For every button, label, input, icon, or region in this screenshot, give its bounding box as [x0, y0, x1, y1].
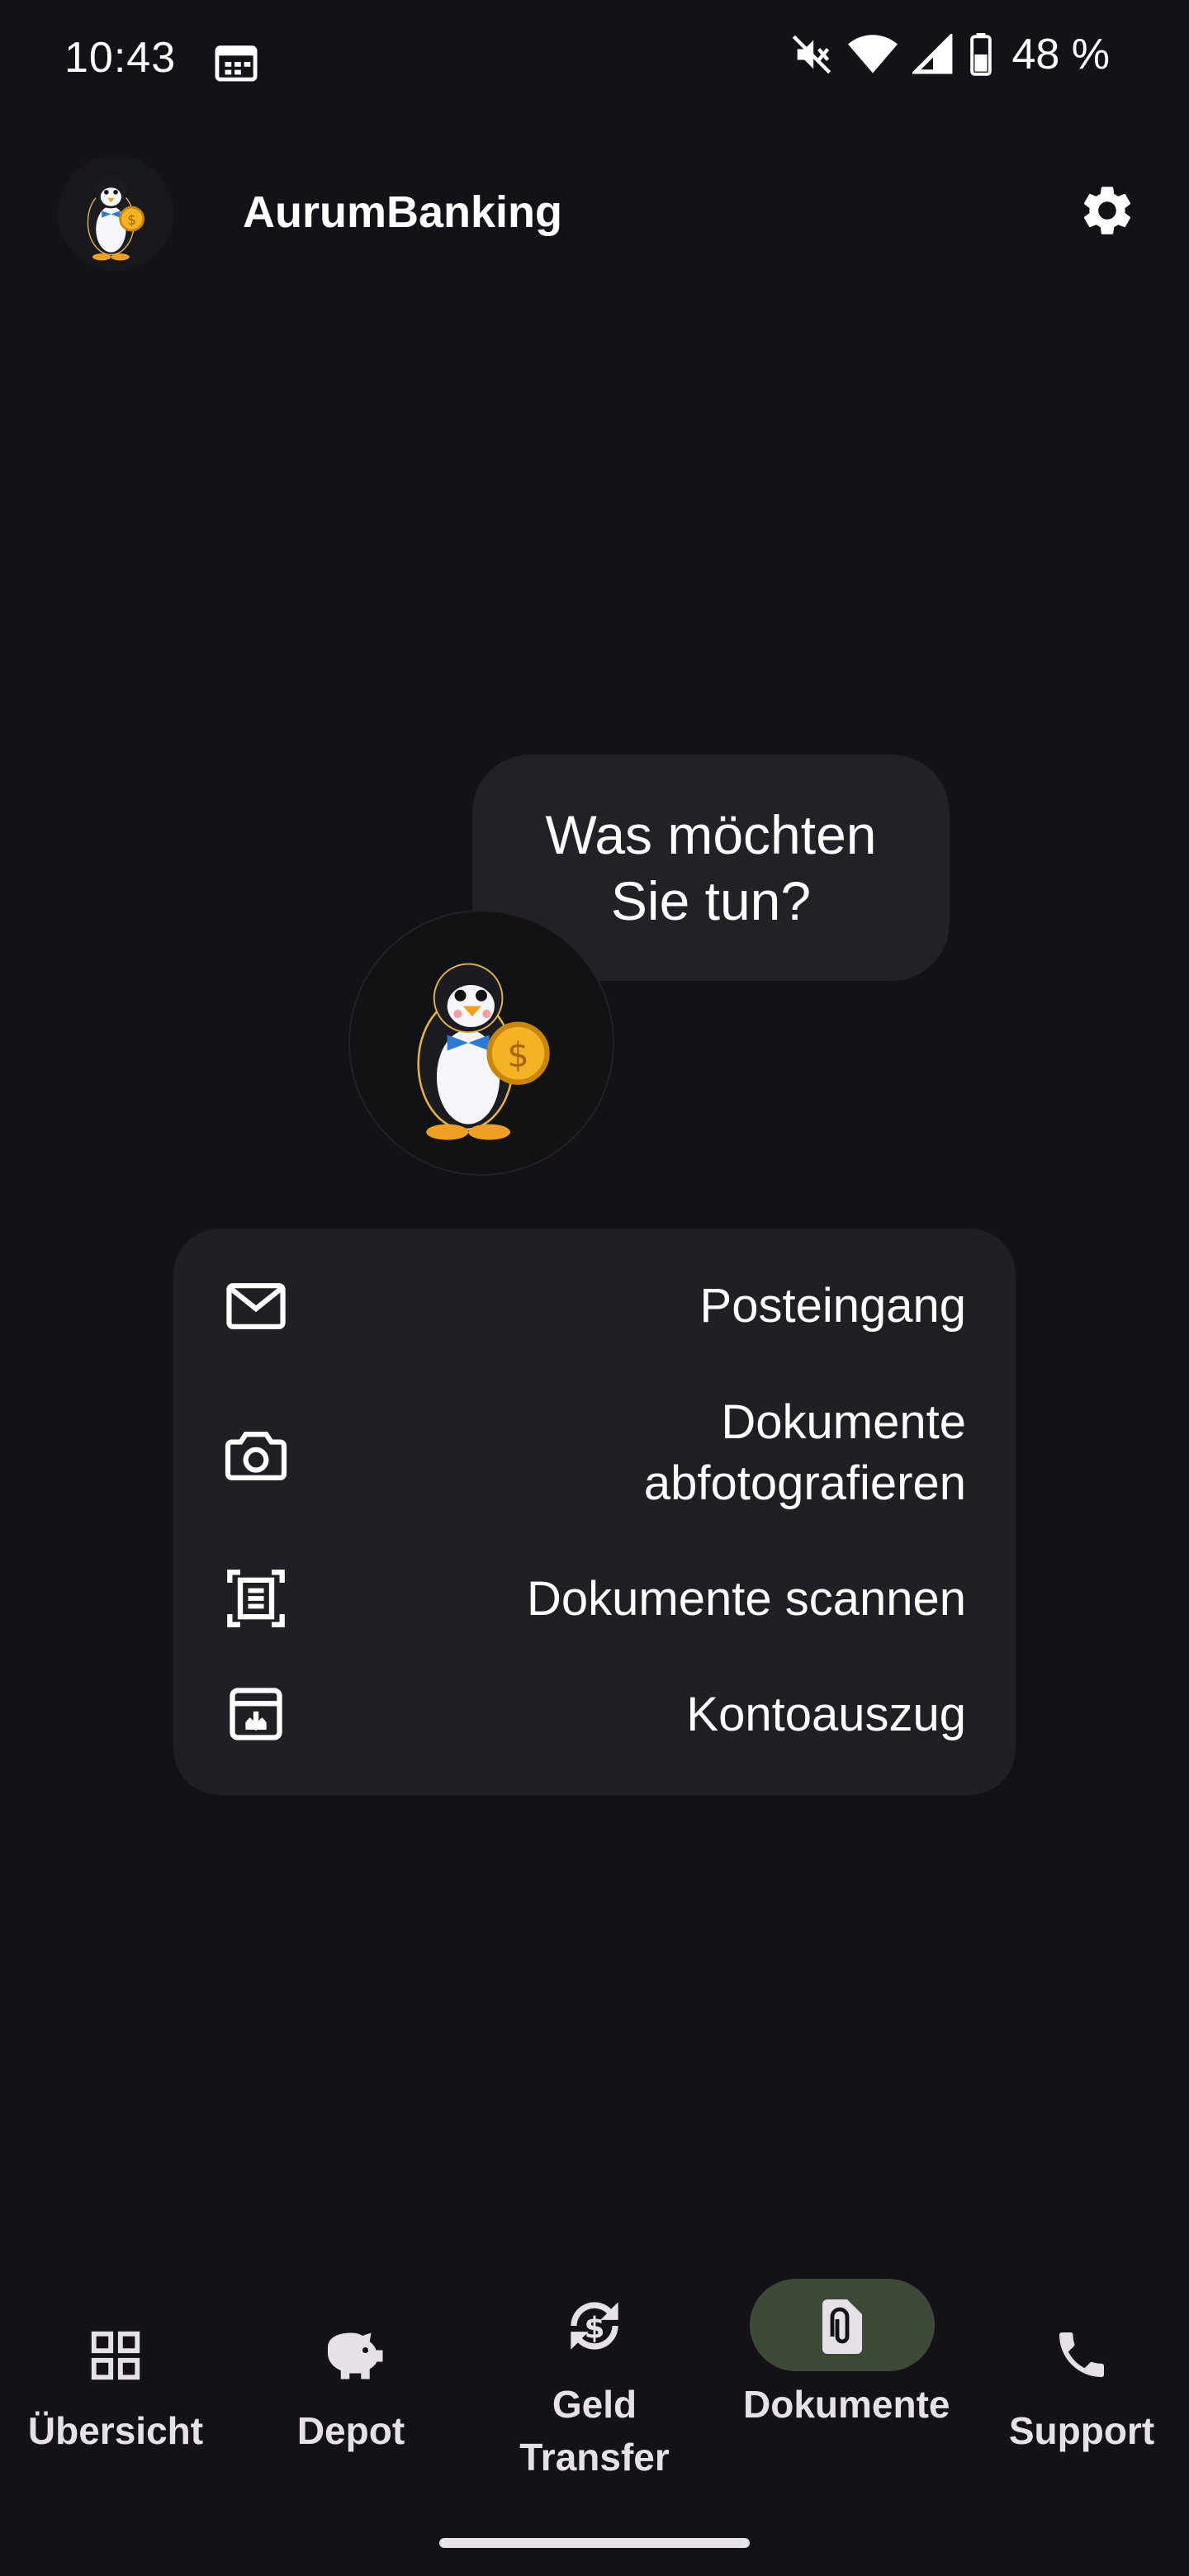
action-label: Kontoauszug [686, 1688, 966, 1741]
app-avatar[interactable]: $ [58, 155, 173, 271]
action-label: Dokumente abfotografieren [643, 1395, 966, 1510]
signal-icon [912, 34, 953, 74]
settings-button[interactable] [1070, 173, 1144, 248]
nav-label: Support [1008, 2409, 1155, 2452]
nav-item-geld-transfer[interactable]: $ Geld Transfer [479, 2262, 710, 2510]
mute-icon [793, 35, 831, 74]
nav-item-uebersicht[interactable]: Übersicht [0, 2262, 231, 2510]
action-dokumente-abfotografieren[interactable]: Dokumente abfotografieren [173, 1392, 1016, 1516]
battery-icon [970, 33, 992, 76]
nav-label: Depot [296, 2409, 405, 2452]
camera-icon [225, 1423, 287, 1486]
penguin-mascot-icon: $ [87, 176, 144, 261]
nav-label: Geld Transfer [519, 2383, 670, 2479]
action-label: Dokumente scannen [527, 1572, 966, 1626]
mascot-avatar: $ [348, 910, 614, 1176]
action-posteingang[interactable]: Posteingang [173, 1273, 1016, 1339]
svg-text:$: $ [507, 1035, 528, 1075]
app-title: AurumBanking [243, 187, 563, 237]
penguin-mascot-icon: $ [417, 963, 550, 1140]
document-attachment-icon [816, 2297, 869, 2356]
currency-exchange-icon: $ [559, 2290, 630, 2361]
wifi-icon [848, 35, 898, 73]
svg-text:$: $ [585, 2311, 605, 2345]
action-card: Posteingang Dokumente abfotografieren Do… [173, 1229, 1016, 1795]
svg-text:$: $ [127, 211, 136, 228]
archive-download-icon [225, 1683, 287, 1745]
status-bar: 10:43 48 % [0, 0, 1189, 119]
mail-icon [225, 1275, 287, 1338]
action-dokumente-scannen[interactable]: Dokumente scannen [173, 1562, 1016, 1636]
battery-percent: 48 % [1011, 31, 1110, 78]
piggy-bank-icon [316, 2320, 386, 2386]
bottom-navigation: Übersicht Depot $ Geld Transfer Dokument… [0, 2262, 1189, 2510]
nav-item-support[interactable]: Support [966, 2262, 1189, 2510]
nav-item-depot[interactable]: Depot [235, 2262, 467, 2510]
action-label: Posteingang [699, 1279, 966, 1333]
action-kontoauszug[interactable]: Kontoauszug [173, 1678, 1016, 1752]
phone-icon [1052, 2325, 1111, 2384]
calendar-icon [215, 45, 258, 82]
nav-item-dokumente[interactable]: Dokumente [727, 2262, 958, 2510]
gesture-handle[interactable] [439, 2538, 750, 2548]
top-app-bar: $ AurumBanking [0, 149, 1189, 272]
nav-label: Dokumente [743, 2383, 950, 2426]
bubble-text: Was möchten Sie tun? [545, 804, 877, 931]
gear-icon [1083, 187, 1131, 234]
status-time: 10:43 [64, 34, 177, 82]
nav-label: Übersicht [27, 2409, 204, 2452]
document-scan-icon [225, 1567, 287, 1630]
grid-icon [87, 2327, 144, 2384]
